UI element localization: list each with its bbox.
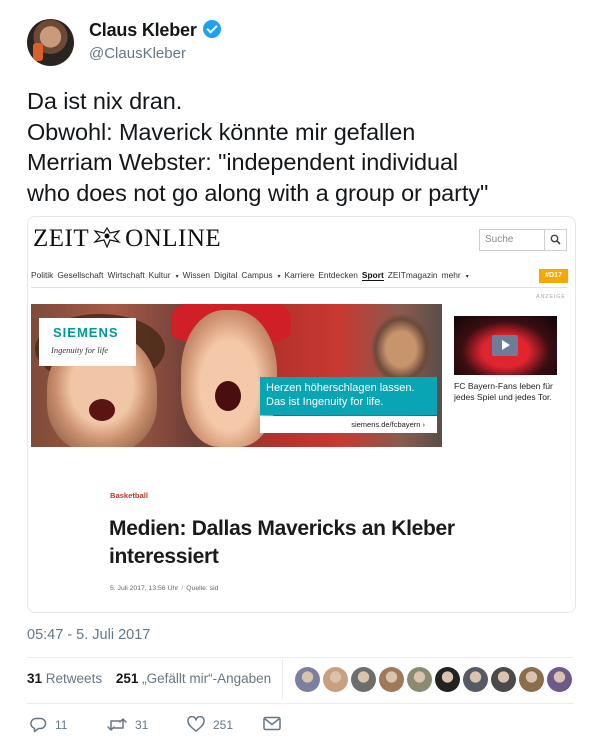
likes-stat[interactable]: 251 „Gefällt mir“-Angaben bbox=[116, 671, 271, 686]
search-icon bbox=[550, 234, 561, 245]
logo-left-text: ZEIT bbox=[33, 225, 90, 252]
video-caption[interactable]: FC Bayern-Fans leben für jedes Spiel und… bbox=[454, 381, 566, 403]
liker-avatar[interactable] bbox=[379, 667, 404, 692]
reply-count: 11 bbox=[55, 718, 68, 732]
author-handle[interactable]: @ClausKleber bbox=[89, 45, 186, 62]
zeit-nav-item[interactable]: Kultur bbox=[149, 270, 171, 280]
liker-avatar[interactable] bbox=[435, 667, 460, 692]
zeit-nav-item[interactable]: Gesellschaft bbox=[57, 270, 103, 280]
liker-avatar[interactable] bbox=[295, 667, 320, 692]
liker-avatar[interactable] bbox=[323, 667, 348, 692]
tweet-text: Da ist nix dran. Obwohl: Maverick könnte… bbox=[27, 86, 587, 208]
logo-right-text: ONLINE bbox=[125, 225, 222, 252]
nav-divider bbox=[31, 287, 567, 288]
embedded-image[interactable]: ZEIT ONLINE Suche Politik Gesellschaft Wirt… bbox=[27, 216, 576, 613]
reply-icon bbox=[30, 717, 47, 733]
siemens-tagline: Ingenuity for life bbox=[51, 345, 109, 355]
article-date: 5. Juli 2017, 13:56 Uhr bbox=[110, 585, 179, 592]
ad-photo-mouth bbox=[215, 381, 241, 411]
caret-down-icon: ▾ bbox=[465, 274, 469, 280]
zeit-nav-item[interactable]: Wissen bbox=[183, 270, 210, 280]
liker-avatar[interactable] bbox=[519, 667, 544, 692]
zeit-online-logo: ZEIT ONLINE bbox=[33, 225, 221, 253]
divider bbox=[27, 657, 573, 658]
article-meta: 5. Juli 2017, 13:56 Uhr / Quelle: sid bbox=[110, 585, 218, 592]
tweet-actions: 11 31 251 bbox=[27, 715, 327, 738]
like-count: 251 bbox=[213, 718, 234, 732]
like-button[interactable]: 251 bbox=[187, 715, 234, 736]
zeit-nav-item[interactable]: Entdecken bbox=[318, 270, 358, 280]
tweet-line: who does not go along with a group or pa… bbox=[27, 179, 489, 206]
zeit-nav-item[interactable]: Digital bbox=[214, 270, 237, 280]
liker-avatar[interactable] bbox=[463, 667, 488, 692]
meta-separator: / bbox=[181, 585, 184, 592]
tweet-timestamp[interactable]: 05:47 - 5. Juli 2017 bbox=[27, 627, 150, 643]
video-thumbnail[interactable] bbox=[454, 316, 557, 375]
likes-count: 251 bbox=[115, 671, 139, 686]
liker-avatars bbox=[295, 667, 575, 693]
likes-label: „Gefällt mir“-Angaben bbox=[142, 671, 272, 686]
tweet-line: Obwohl: Maverick könnte mir gefallen bbox=[27, 118, 416, 145]
retweets-label: Retweets bbox=[45, 671, 103, 686]
retweet-count: 31 bbox=[135, 718, 149, 732]
tweet-header: Claus Kleber @ClausKleber bbox=[27, 19, 427, 67]
ad-label: ANZEIGE bbox=[536, 294, 566, 300]
zeit-nav-item[interactable]: Campus bbox=[241, 270, 272, 280]
tweet-line: Da ist nix dran. bbox=[27, 88, 183, 114]
zeit-nav-item[interactable]: Politik bbox=[31, 270, 53, 280]
tweet-stats: 31 Retweets 251 „Gefällt mir“-Angaben bbox=[27, 671, 271, 686]
retweet-button[interactable]: 31 bbox=[107, 716, 148, 736]
liker-avatar[interactable] bbox=[491, 667, 516, 692]
search-input[interactable]: Suche bbox=[479, 229, 567, 251]
ad-photo-fan bbox=[371, 314, 431, 384]
stats-separator bbox=[282, 659, 283, 699]
play-icon[interactable] bbox=[492, 335, 518, 356]
divider bbox=[27, 703, 573, 704]
ad-headline: Herzen höherschlagen lassen. Das ist Ing… bbox=[260, 377, 437, 415]
liker-avatar[interactable] bbox=[351, 667, 376, 692]
retweets-stat[interactable]: 31 Retweets bbox=[27, 671, 102, 686]
zeit-nav-item[interactable]: Karriere bbox=[285, 270, 315, 280]
verified-badge-icon bbox=[202, 20, 221, 38]
liker-avatar[interactable] bbox=[407, 667, 432, 692]
liker-avatar[interactable] bbox=[547, 667, 572, 692]
article-kicker[interactable]: Basketball bbox=[110, 491, 148, 500]
caret-down-icon: ▾ bbox=[277, 274, 281, 280]
reply-button[interactable]: 11 bbox=[30, 716, 67, 736]
caret-down-icon: ▾ bbox=[175, 274, 179, 280]
hashtag-badge[interactable]: #D17 bbox=[539, 269, 568, 283]
tweet-line: Merriam Webster: "independent individual bbox=[27, 149, 459, 175]
ad-photo-mouth bbox=[89, 399, 115, 421]
siemens-ad-banner[interactable]: SIEMENS Ingenuity for life Herzen höhers… bbox=[31, 304, 442, 447]
zeit-main-nav: Politik Gesellschaft Wirtschaft Kultur ▾ Wiss… bbox=[31, 270, 473, 286]
ad-headline-line: Das ist Ingenuity for life. bbox=[266, 396, 384, 408]
search-placeholder: Suche bbox=[485, 234, 514, 245]
eagle-icon bbox=[93, 226, 122, 248]
retweets-count: 31 bbox=[27, 671, 43, 686]
siemens-brand: SIEMENS bbox=[53, 325, 119, 340]
author-avatar[interactable] bbox=[27, 19, 74, 66]
ad-link[interactable]: siemens.de/fcbayern › bbox=[260, 416, 437, 433]
zeit-nav-item[interactable]: Sport bbox=[361, 270, 384, 281]
zeit-nav-item[interactable]: mehr bbox=[442, 270, 461, 280]
siemens-logo: SIEMENS Ingenuity for life bbox=[39, 318, 136, 366]
retweet-icon bbox=[107, 718, 127, 731]
article-title[interactable]: Medien: Dallas Mavericks an Kleber inter… bbox=[109, 515, 469, 571]
author-name[interactable]: Claus Kleber bbox=[89, 20, 221, 41]
article-source: Quelle: sid bbox=[186, 585, 219, 592]
zeit-nav-item[interactable]: ZEITmagazin bbox=[388, 270, 438, 280]
heart-icon bbox=[187, 715, 205, 732]
ad-headline-line: Herzen höherschlagen lassen. bbox=[266, 382, 415, 394]
search-button[interactable] bbox=[544, 230, 566, 250]
author-name-text[interactable]: Claus Kleber bbox=[89, 20, 197, 40]
envelope-icon bbox=[263, 716, 281, 731]
direct-message-button[interactable] bbox=[263, 716, 289, 736]
zeit-nav-item[interactable]: Wirtschaft bbox=[107, 270, 144, 280]
